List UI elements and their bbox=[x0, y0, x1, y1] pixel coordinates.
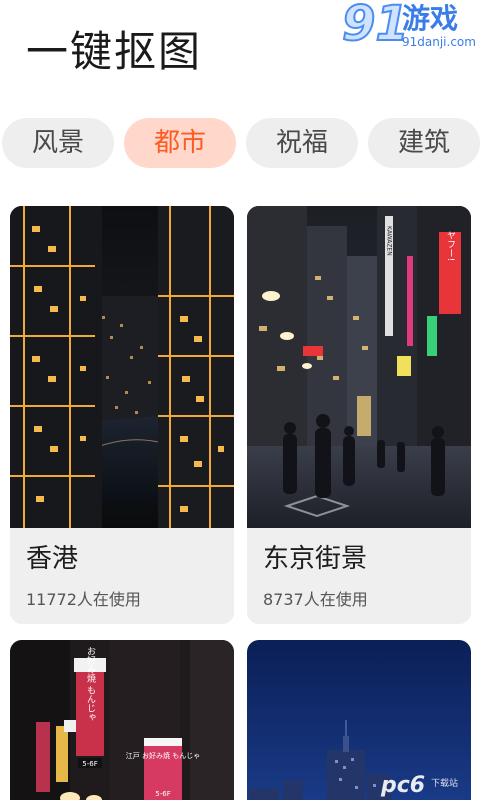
tokyo-kawazen-sign: KAWAZEN bbox=[386, 226, 393, 256]
street-signs-photo: お好み焼 もんじゃ 5-6F 江戸 お好み焼 もんじゃ 5-6F bbox=[10, 640, 234, 800]
template-card-4[interactable]: pc6 下载站 bbox=[247, 640, 471, 800]
watermark-number: 91 bbox=[341, 0, 410, 53]
pc6-watermark: pc6 下载站 bbox=[381, 772, 461, 800]
tokyo-photo: ヤフー! KAWAZEN bbox=[247, 206, 471, 528]
template-card-3[interactable]: お好み焼 もんじゃ 5-6F 江戸 お好み焼 もんじゃ 5-6F bbox=[10, 640, 234, 800]
card-usage-count: 8737人在使用 bbox=[263, 590, 368, 609]
template-card-hongkong[interactable]: 香港 11772人在使用 bbox=[10, 206, 234, 624]
card-title: 东京街景 bbox=[263, 544, 368, 574]
tab-scenery[interactable]: 风景 bbox=[2, 118, 114, 168]
tab-architecture[interactable]: 建筑 bbox=[368, 118, 480, 168]
card-info: 香港 11772人在使用 bbox=[10, 528, 234, 624]
floor-sign-b: 5-6F bbox=[155, 790, 170, 798]
category-tabs: 风景 都市 祝福 建筑 bbox=[2, 118, 480, 170]
watermark-domain: 91danji.com bbox=[402, 35, 476, 49]
tab-city[interactable]: 都市 bbox=[124, 118, 236, 168]
watermark-name: 游戏 bbox=[402, 2, 459, 35]
tab-blessing[interactable]: 祝福 bbox=[246, 118, 358, 168]
template-card-tokyo[interactable]: ヤフー! KAWAZEN 东京街景 8737人在使用 bbox=[247, 206, 471, 624]
edo-sign: 江戸 お好み焼 もんじゃ bbox=[126, 751, 200, 760]
pc6-brand: pc6 bbox=[381, 773, 426, 798]
card-usage-count: 11772人在使用 bbox=[26, 590, 141, 609]
site-watermark-logo: 91 游戏 91danji.com bbox=[341, 0, 476, 56]
hongkong-thumbnail bbox=[10, 206, 234, 528]
tokyo-red-sign: ヤフー! bbox=[445, 231, 456, 262]
tokyo-thumbnail: ヤフー! KAWAZEN bbox=[247, 206, 471, 528]
app-screen: 一键抠图 91 游戏 91danji.com 风景 都市 祝福 建筑 香港 11… bbox=[0, 0, 480, 800]
card-info: 东京街景 8737人在使用 bbox=[247, 528, 471, 624]
hongkong-photo bbox=[10, 206, 234, 528]
card-title: 香港 bbox=[26, 544, 79, 574]
pc6-sub: 下载站 bbox=[431, 779, 459, 789]
page-title: 一键抠图 bbox=[26, 27, 203, 76]
okonomiyaki-sign: お好み焼 もんじゃ bbox=[85, 646, 96, 721]
floor-sign: 5-6F bbox=[82, 760, 97, 768]
